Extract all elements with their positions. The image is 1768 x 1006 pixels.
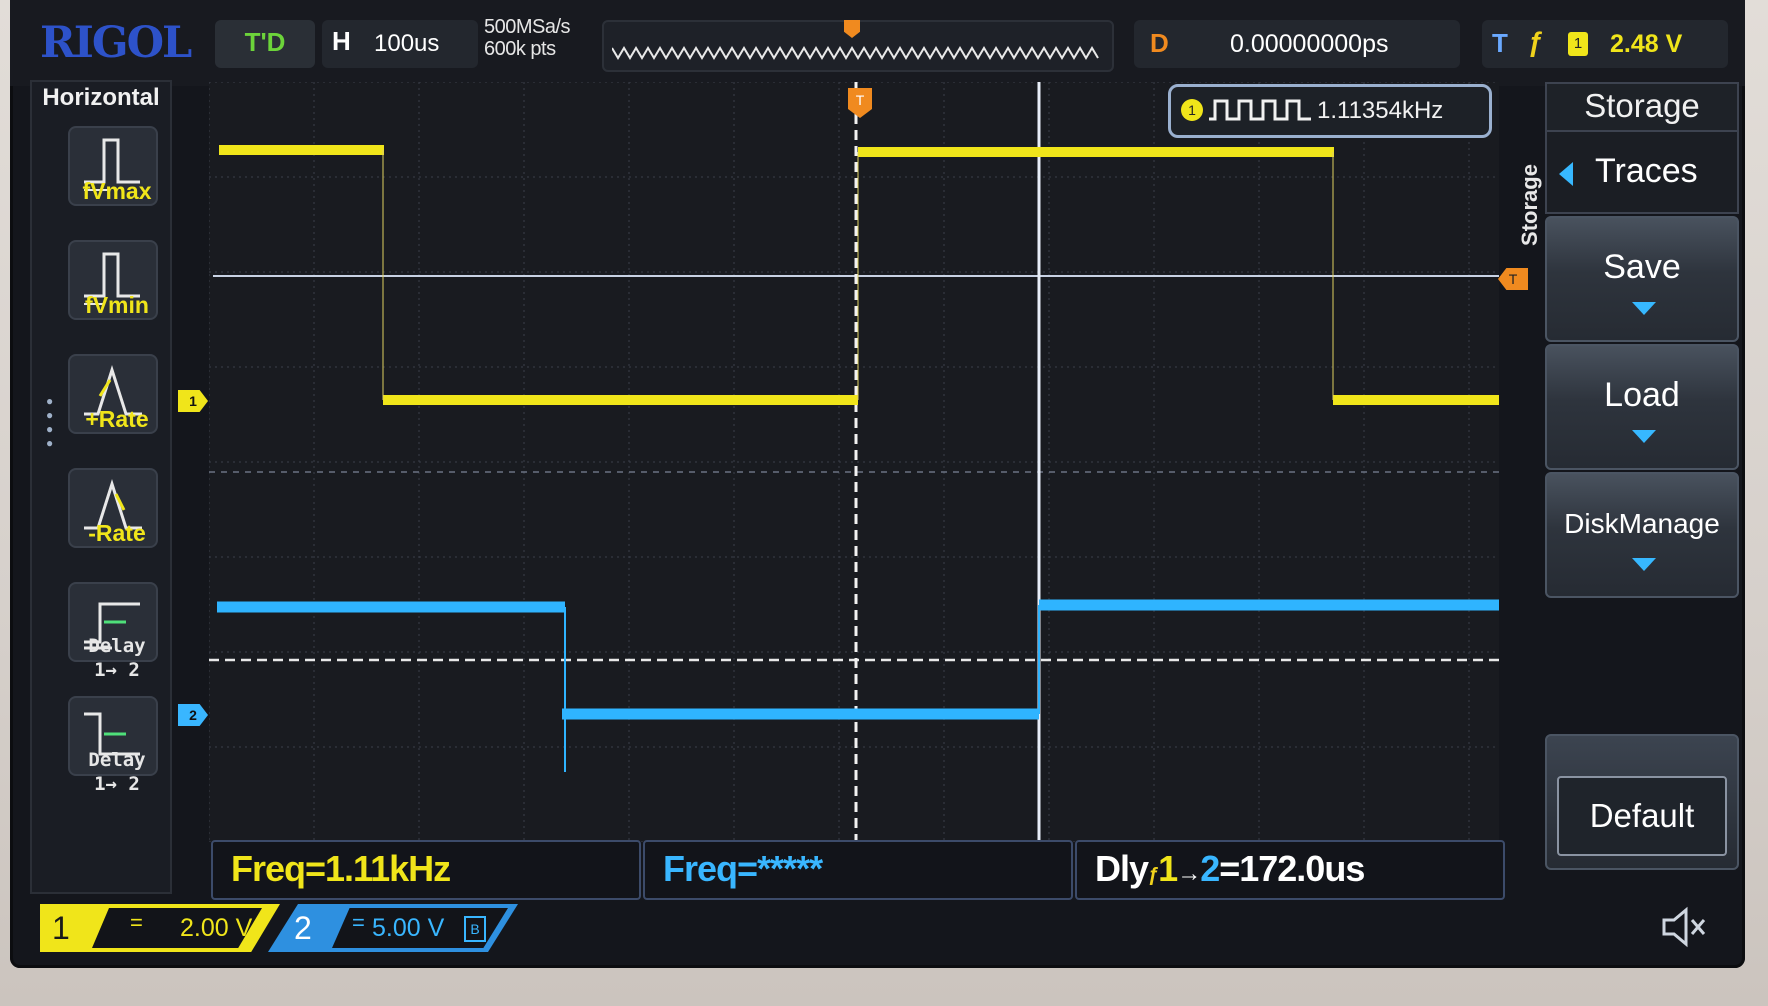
measurement-2-text: Freq=***** [663,848,823,889]
speaker-muted-icon[interactable] [1658,904,1710,950]
fvmin-label: fVmin [85,292,149,318]
timebase-value: 100us [374,30,440,57]
disk-manage-label: DiskManage [1564,508,1720,539]
channel-2-scale: 5.00 V [372,914,445,942]
waveform-display[interactable] [209,82,1499,842]
delay-value: 0.00000000ps [1230,30,1389,58]
bandwidth-limit-icon: B [464,916,486,942]
fvmax-label: fVmax [82,178,152,204]
graticule [209,82,1499,842]
channel-1-scale: 2.00 V [180,914,253,942]
dc-coupling-icon: = [352,910,365,935]
trigger-source: 1 [1568,32,1588,56]
memory-waveform-icon [612,46,1099,60]
channel-1-indicator[interactable]: 1 = 2.00 V [40,904,280,952]
channel-2-indicator[interactable]: 2 = 5.00 V B [268,904,518,952]
dc-coupling-icon: = [130,910,143,935]
channel-1-number: 1 [52,910,70,946]
load-button[interactable]: Load [1545,344,1739,470]
menu-title: Horizontal [42,84,160,111]
channel-1-offset-marker[interactable]: 1 [178,390,208,412]
trigger-box[interactable]: T ƒ 1 2.48 V [1482,20,1728,68]
measurement-3-text: Dlyƒ1→2=172.0us [1095,848,1365,889]
sample-rate: 500MSa/s [484,16,571,38]
storage-menu: Storage Storage Traces Save Load DiskMan… [1510,82,1739,870]
storage-side-tab: Storage [1517,164,1542,246]
delay-rise-label: Delay 1→ 2 [88,635,146,681]
square-wave-icon [1209,99,1311,121]
down-arrow-icon [1632,302,1656,315]
brand-logo: RIGOL [40,18,192,68]
horizontal-menu: Horizontal ● ● ● ● fVmax fVmin +Rate -Rate … [30,80,172,894]
waveform-canvas [209,82,1499,842]
rising-edge-icon: ƒ [1528,26,1544,57]
channel-2-offset-marker[interactable]: 2 [178,704,208,726]
frequency-counter: 1 1.11354kHz [1168,84,1492,138]
save-label: Save [1603,248,1681,286]
delay-fall-label: Delay 1→ 2 [88,749,146,795]
trigger-label: T [1492,28,1508,58]
measurement-1[interactable]: Freq=1.11kHz [211,840,641,900]
load-label: Load [1604,376,1680,414]
timebase-box[interactable]: H 100us [322,20,478,68]
down-arrow-icon [1632,558,1656,571]
default-label: Default [1557,776,1727,856]
memory-trigger-marker [844,20,860,38]
run-state-indicator[interactable]: T'D [215,20,315,68]
memory-overview-strip [602,20,1114,72]
delay-box[interactable]: D 0.00000000ps [1134,20,1460,68]
counter-value: 1.11354kHz [1317,97,1444,124]
down-arrow-icon [1632,430,1656,443]
left-arrow-icon [1559,162,1573,186]
traces-selector[interactable]: Traces [1545,130,1739,214]
measurement-3[interactable]: Dlyƒ1→2=172.0us [1075,840,1505,900]
trigger-level: 2.48 V [1610,30,1683,58]
horizontal-label: H [332,26,351,56]
save-button[interactable]: Save [1545,216,1739,342]
channel-2-number: 2 [294,910,312,946]
disk-manage-button[interactable]: DiskManage [1545,472,1739,598]
acquisition-info: 500MSa/s 600k pts [484,16,571,60]
counter-channel: 1 [1181,99,1203,121]
oscilloscope-screen: RIGOL T'D H 100us 500MSa/s 600k pts D 0.… [10,0,1745,968]
rise-rate-label: +Rate [85,406,149,432]
channel-2-scale-box: = 5.00 V B [332,908,508,948]
traces-label: Traces [1595,152,1698,190]
channel-1-scale-box: = 2.00 V [92,908,262,948]
top-status-bar: RIGOL T'D H 100us 500MSa/s 600k pts D 0.… [10,0,1745,86]
fall-rate-label: -Rate [88,520,146,546]
measurement-1-text: Freq=1.11kHz [231,848,451,889]
default-button[interactable]: Default [1545,734,1739,870]
memory-depth: 600k pts [484,38,556,60]
delay-label: D [1150,28,1169,58]
storage-menu-title: Storage [1545,82,1739,132]
measurement-2[interactable]: Freq=***** [643,840,1073,900]
